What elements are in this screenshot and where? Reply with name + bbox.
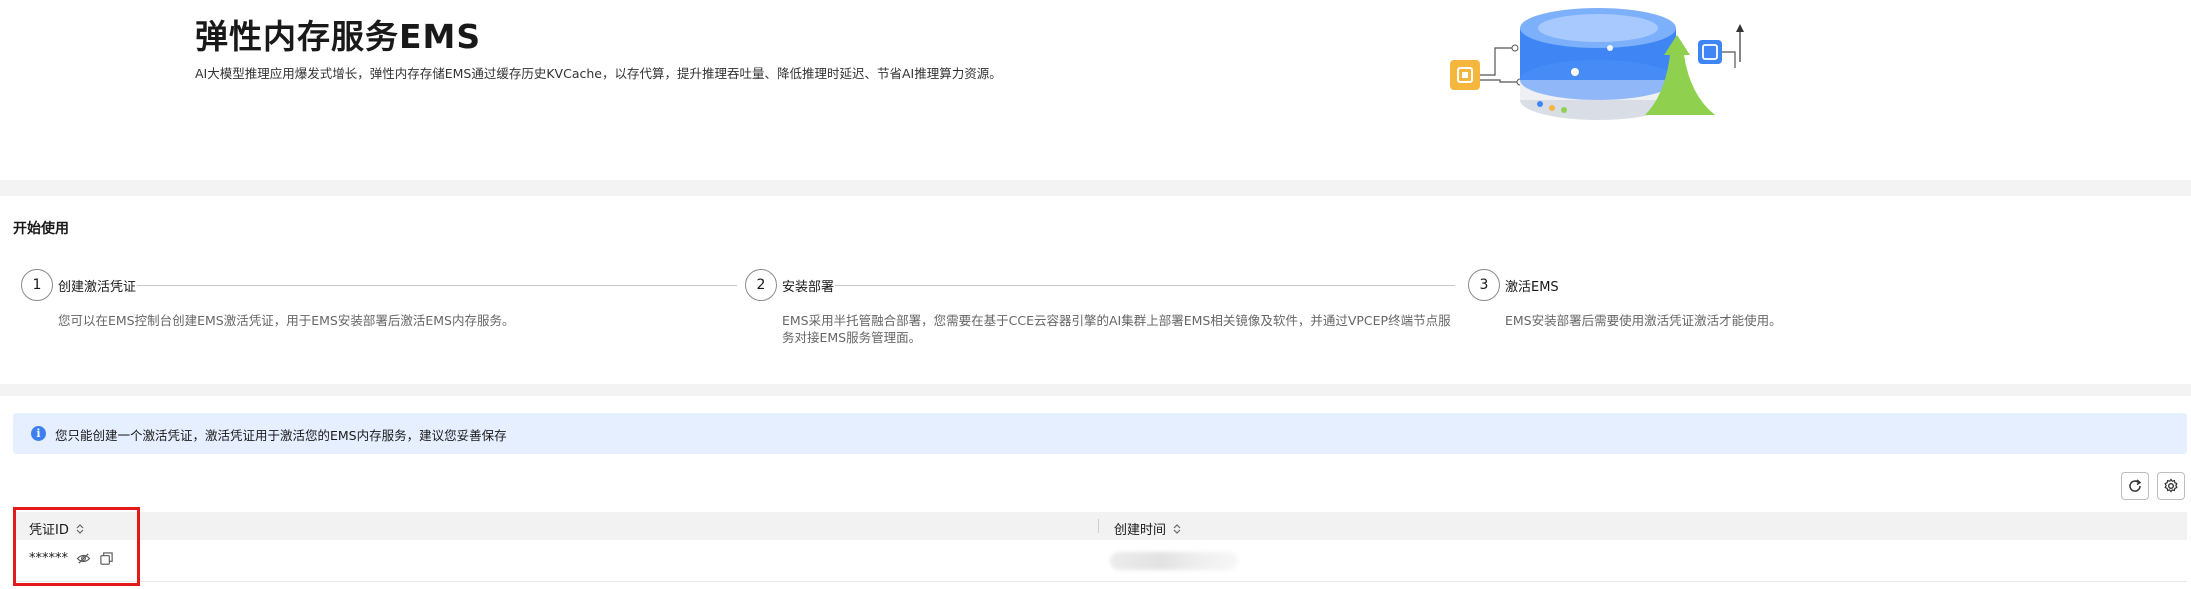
step-label: 激活EMS bbox=[1505, 280, 1559, 295]
ems-console-page: 弹性内存服务EMS AI大模型推理应用爆发式增长，弹性内存存储EMS通过缓存历史… bbox=[0, 0, 2191, 589]
info-icon: i bbox=[31, 426, 46, 441]
info-alert: i 您只能创建一个激活凭证，激活凭证用于激活您的EMS内存服务，建议您妥善保存 bbox=[13, 413, 2187, 454]
step-description: EMS采用半托管融合部署，您需要在基于CCE云容器引擎的AI集群上部署EMS相关… bbox=[782, 313, 1451, 345]
refresh-button[interactable] bbox=[2121, 472, 2149, 500]
getting-started-title: 开始使用 bbox=[13, 221, 69, 237]
created-time-value-blurred bbox=[1110, 552, 1238, 570]
step-number: 1 bbox=[21, 269, 53, 301]
column-header-created-time[interactable]: 创建时间 bbox=[1114, 519, 1183, 538]
page-title: 弹性内存服务EMS bbox=[195, 17, 482, 56]
step-number: 2 bbox=[745, 269, 777, 301]
step-create-credential: 1 创建激活凭证 您可以在EMS控制台创建EMS激活凭证，用于EMS安装部署后激… bbox=[21, 269, 741, 349]
ems-database-illustration bbox=[1450, 8, 1744, 120]
step-activate-ems: 3 激活EMS EMS安装部署后需要使用激活凭证激活才能使用。 bbox=[1468, 269, 2168, 349]
column-divider bbox=[1098, 519, 1099, 533]
refresh-icon bbox=[2129, 479, 2142, 492]
table-row: ****** bbox=[13, 540, 2187, 582]
step-label: 安装部署 bbox=[782, 280, 835, 295]
step-install-deploy: 2 安装部署 EMS采用半托管融合部署，您需要在基于CCE云容器引擎的AI集群上… bbox=[745, 269, 1465, 349]
sort-icon[interactable] bbox=[1171, 523, 1183, 535]
step-connector bbox=[137, 285, 737, 286]
info-alert-text: 您只能创建一个激活凭证，激活凭证用于激活您的EMS内存服务，建议您妥善保存 bbox=[55, 428, 507, 443]
step-description: 您可以在EMS控制台创建EMS激活凭证，用于EMS安装部署后激活EMS内存服务。 bbox=[58, 313, 515, 328]
step-number: 3 bbox=[1468, 269, 1500, 301]
gear-icon bbox=[2164, 478, 2178, 493]
section-divider bbox=[0, 384, 2191, 396]
getting-started-section: 开始使用 1 创建激活凭证 您可以在EMS控制台创建EMS激活凭证，用于EMS安… bbox=[0, 196, 2191, 384]
settings-button[interactable] bbox=[2157, 472, 2185, 500]
section-divider bbox=[0, 180, 2191, 196]
step-label: 创建激活凭证 bbox=[58, 280, 137, 295]
table-header: 凭证ID 创建时间 bbox=[13, 512, 2187, 540]
highlight-box bbox=[13, 507, 140, 586]
page-subtitle: AI大模型推理应用爆发式增长，弹性内存存储EMS通过缓存历史KVCache，以存… bbox=[195, 66, 1002, 81]
step-connector bbox=[835, 285, 1455, 286]
step-description: EMS安装部署后需要使用激活凭证激活才能使用。 bbox=[1505, 313, 1782, 328]
column-label: 创建时间 bbox=[1114, 523, 1167, 538]
page-header: 弹性内存服务EMS AI大模型推理应用爆发式增长，弹性内存存储EMS通过缓存历史… bbox=[0, 0, 2191, 180]
